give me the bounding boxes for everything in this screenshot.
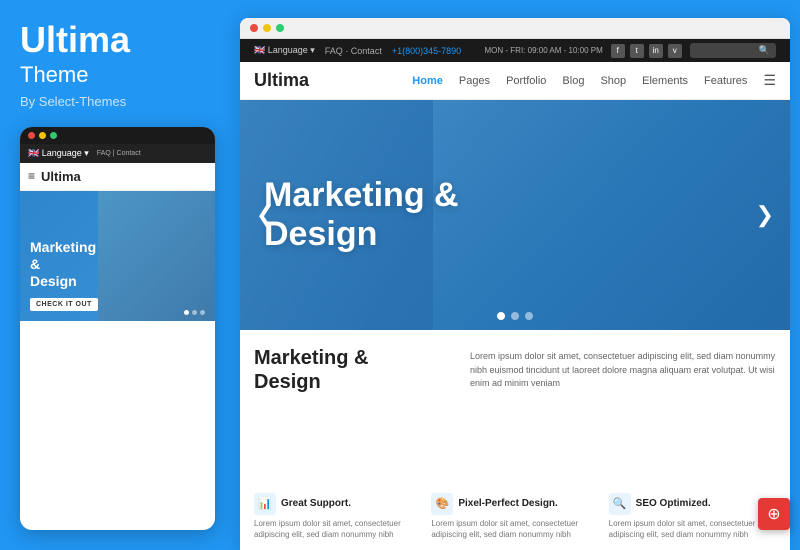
nav-link-pages[interactable]: Pages: [459, 75, 490, 87]
content-title: Marketing & Design: [254, 346, 454, 394]
hero-prev-button[interactable]: ❮: [248, 198, 282, 232]
desktop-site: 🇬🇧 Language ▾ FAQ · Contact +1(800)345-7…: [240, 39, 790, 550]
content-left: Marketing & Design: [254, 346, 454, 483]
nav-link-portfolio[interactable]: Portfolio: [506, 75, 546, 87]
desktop-hero: Marketing & Design ❮ ❯: [240, 100, 790, 330]
mobile-hero-cta[interactable]: CHECK IT OUT: [30, 298, 98, 311]
feature-support-header: 📊 Great Support.: [254, 493, 421, 515]
content-body: Lorem ipsum dolor sit amet, consectetuer…: [470, 346, 776, 483]
hero-dot-3: [200, 310, 205, 315]
social-icons: f t in v: [611, 44, 682, 58]
feature-seo-text: Lorem ipsum dolor sit amet, consectetuer…: [609, 518, 776, 540]
left-panel: Ultima Theme By Select-Themes 🇬🇧 Languag…: [0, 0, 240, 550]
feature-seo-header: 🔍 SEO Optimized.: [609, 493, 776, 515]
search-box[interactable]: 🔍: [690, 43, 776, 58]
feature-support-icon: 📊: [254, 493, 276, 515]
hero-dot-2: [192, 310, 197, 315]
site-subtitle: Theme: [20, 62, 220, 88]
twitter-icon[interactable]: t: [630, 44, 644, 58]
nav-link-elements[interactable]: Elements: [642, 75, 688, 87]
browser-dot-yellow: [263, 24, 271, 32]
feature-design-text: Lorem ipsum dolor sit amet, consectetuer…: [431, 518, 598, 540]
action-button[interactable]: ⊕: [758, 498, 790, 530]
right-panel: 🇬🇧 Language ▾ FAQ · Contact +1(800)345-7…: [240, 18, 790, 550]
action-icon: ⊕: [767, 504, 780, 524]
feature-design-title: Pixel-Perfect Design.: [458, 498, 557, 509]
browser-chrome: [240, 18, 790, 39]
features-row: 📊 Great Support. Lorem ipsum dolor sit a…: [240, 493, 790, 550]
mobile-nav: ≡ Ultima: [20, 163, 215, 191]
desktop-content: Marketing & Design Lorem ipsum dolor sit…: [240, 330, 790, 493]
nav-link-home[interactable]: Home: [412, 75, 443, 87]
browser-dot-green: [276, 24, 284, 32]
site-title: Ultima: [20, 19, 130, 60]
feature-design-header: 🎨 Pixel-Perfect Design.: [431, 493, 598, 515]
hero-next-button[interactable]: ❯: [748, 198, 782, 232]
topbar-phone: +1(800)345-7890: [392, 46, 461, 56]
desktop-topbar: 🇬🇧 Language ▾ FAQ · Contact +1(800)345-7…: [240, 39, 790, 62]
feature-design-icon: 🎨: [431, 493, 453, 515]
hero-dot-1: [184, 310, 189, 315]
desktop-brand: Ultima: [254, 70, 309, 91]
mobile-browser-bar: [20, 127, 215, 144]
mobile-hero-bg: [98, 191, 215, 321]
browser-dot-red: [250, 24, 258, 32]
topbar-hours: MON - FRI: 09:00 AM - 10:00 PM: [485, 46, 603, 55]
feature-seo-title: SEO Optimized.: [636, 498, 711, 509]
hero-slide-dot-3[interactable]: [525, 312, 533, 320]
dot-yellow: [39, 132, 46, 139]
feature-design: 🎨 Pixel-Perfect Design. Lorem ipsum dolo…: [431, 493, 598, 540]
site-byline: By Select-Themes: [20, 94, 220, 109]
mobile-brand: Ultima: [41, 169, 81, 184]
feature-support: 📊 Great Support. Lorem ipsum dolor sit a…: [254, 493, 421, 540]
desktop-nav: Ultima Home Pages Portfolio Blog Shop El…: [240, 62, 790, 100]
nav-link-shop[interactable]: Shop: [600, 75, 626, 87]
feature-seo: 🔍 SEO Optimized. Lorem ipsum dolor sit a…: [609, 493, 776, 540]
hero-title: Marketing & Design: [264, 176, 459, 254]
search-icon[interactable]: 🔍: [759, 45, 770, 56]
hero-dots: [497, 312, 533, 320]
topbar-flag-language: 🇬🇧 Language ▾: [254, 45, 315, 56]
mobile-hero-dots: [184, 310, 205, 315]
topbar-left: 🇬🇧 Language ▾ FAQ · Contact +1(800)345-7…: [254, 45, 461, 56]
topbar-right: MON - FRI: 09:00 AM - 10:00 PM f t in v …: [485, 43, 776, 58]
desktop-hamburger-icon[interactable]: ☰: [763, 72, 776, 89]
feature-support-text: Lorem ipsum dolor sit amet, consectetuer…: [254, 518, 421, 540]
feature-support-title: Great Support.: [281, 498, 351, 509]
search-input[interactable]: [696, 46, 756, 55]
topbar-links: FAQ · Contact: [325, 46, 382, 56]
hamburger-icon[interactable]: ≡: [28, 169, 35, 183]
dot-red: [28, 132, 35, 139]
facebook-icon[interactable]: f: [611, 44, 625, 58]
desktop-nav-links: Home Pages Portfolio Blog Shop Elements …: [412, 72, 776, 89]
hero-slide-dot-1[interactable]: [497, 312, 505, 320]
mobile-flag-language: 🇬🇧 Language ▾: [28, 148, 89, 159]
mobile-mockup: 🇬🇧 Language ▾ FAQ | Contact ≡ Ultima Mar…: [20, 127, 215, 530]
feature-seo-icon: 🔍: [609, 493, 631, 515]
mobile-topbar-links: FAQ | Contact: [97, 150, 141, 157]
dot-green: [50, 132, 57, 139]
hero-slide-dot-2[interactable]: [511, 312, 519, 320]
vimeo-icon[interactable]: v: [668, 44, 682, 58]
nav-link-blog[interactable]: Blog: [562, 75, 584, 87]
mobile-topbar: 🇬🇧 Language ▾ FAQ | Contact: [20, 144, 215, 163]
nav-link-features[interactable]: Features: [704, 75, 747, 87]
linkedin-icon[interactable]: in: [649, 44, 663, 58]
mobile-hero: Marketing&Design CHECK IT OUT: [20, 191, 215, 321]
